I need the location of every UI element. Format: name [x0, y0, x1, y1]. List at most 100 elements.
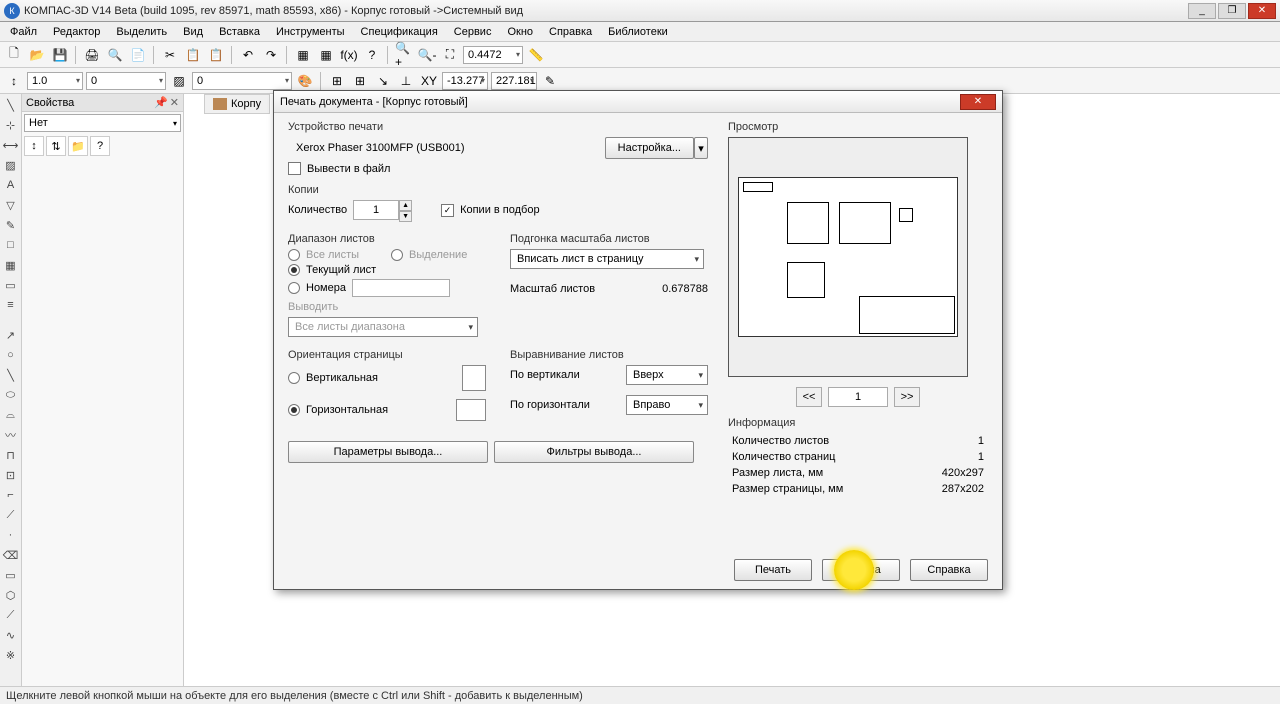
qty-spinner[interactable]: 1 ▲▼: [353, 200, 399, 220]
tool-param-icon[interactable]: □: [2, 236, 20, 254]
menu-edit[interactable]: Редактор: [47, 24, 106, 40]
props-combo[interactable]: Нет: [24, 114, 181, 132]
combo-3[interactable]: 0: [192, 72, 292, 90]
tool-a-icon[interactable]: ▦: [293, 45, 313, 65]
pmt-1-icon[interactable]: ↕: [24, 136, 44, 156]
sub-7-icon[interactable]: ⊓: [2, 446, 20, 464]
tool-sel-icon[interactable]: ▭: [2, 276, 20, 294]
range-numbers-radio[interactable]: [288, 282, 300, 294]
cut-icon[interactable]: ✂: [160, 45, 180, 65]
fx-icon[interactable]: f(x): [339, 45, 359, 65]
tool-measure-icon[interactable]: ▦: [2, 256, 20, 274]
align-v-combo[interactable]: Вверх: [626, 365, 708, 385]
output-combo[interactable]: Все листы диапазона: [288, 317, 478, 337]
tool-rough-icon[interactable]: ▽: [2, 196, 20, 214]
page-next-button[interactable]: >>: [894, 387, 920, 407]
snap-icon[interactable]: ↘: [373, 71, 393, 91]
menu-view[interactable]: Вид: [177, 24, 209, 40]
sub-3-icon[interactable]: ╲: [2, 366, 20, 384]
align-h-combo[interactable]: Вправо: [626, 395, 708, 415]
sub-4-icon[interactable]: ⬭: [2, 386, 20, 404]
combo-1[interactable]: 1.0: [27, 72, 83, 90]
pmt-2-icon[interactable]: ⇅: [46, 136, 66, 156]
pin-icon[interactable]: 📌: [154, 96, 168, 109]
collate-checkbox[interactable]: ✓: [441, 204, 454, 217]
sub-15-icon[interactable]: ⟋: [2, 606, 20, 624]
spin-down-icon[interactable]: ▼: [399, 211, 412, 222]
sub-8-icon[interactable]: ⊡: [2, 466, 20, 484]
filters-button[interactable]: Фильтры вывода...: [494, 441, 694, 463]
coord-x[interactable]: -13.277: [442, 72, 488, 90]
output-file-checkbox[interactable]: [288, 162, 301, 175]
sub-1-icon[interactable]: ↗: [2, 326, 20, 344]
tool-b-icon[interactable]: ▦: [316, 45, 336, 65]
menu-spec[interactable]: Спецификация: [355, 24, 444, 40]
pencil-icon[interactable]: ✎: [540, 71, 560, 91]
ruler-icon[interactable]: 📏: [526, 45, 546, 65]
fit-combo[interactable]: Вписать лист в страницу: [510, 249, 704, 269]
print-icon[interactable]: 🖨: [82, 45, 102, 65]
doc-icon[interactable]: 📄: [128, 45, 148, 65]
orient-v-radio[interactable]: [288, 372, 300, 384]
tool-edit-icon[interactable]: ✎: [2, 216, 20, 234]
sub-11-icon[interactable]: ·: [2, 526, 20, 544]
zoom-in-icon[interactable]: 🔍+: [394, 45, 414, 65]
sub-6-icon[interactable]: 〰: [2, 426, 20, 444]
pointer-icon[interactable]: ↕: [4, 71, 24, 91]
page-prev-button[interactable]: <<: [796, 387, 822, 407]
spin-up-icon[interactable]: ▲: [399, 200, 412, 211]
pmt-3-icon[interactable]: 📁: [68, 136, 88, 156]
tool-line-icon[interactable]: ╲: [2, 96, 20, 114]
sub-12-icon[interactable]: ⌫: [2, 546, 20, 564]
tool-dim-icon[interactable]: ⟷: [2, 136, 20, 154]
minimize-button[interactable]: _: [1188, 3, 1216, 19]
tool-spec-icon[interactable]: ≡: [2, 296, 20, 314]
document-tab[interactable]: Корпу: [204, 94, 270, 114]
sub-14-icon[interactable]: ⬡: [2, 586, 20, 604]
sub-5-icon[interactable]: ⌓: [2, 406, 20, 424]
params-button[interactable]: Параметры вывода...: [288, 441, 488, 463]
color-icon[interactable]: 🎨: [295, 71, 315, 91]
close-panel-icon[interactable]: ✕: [170, 96, 179, 109]
sub-17-icon[interactable]: ※: [2, 646, 20, 664]
menu-window[interactable]: Окно: [501, 24, 539, 40]
save-icon[interactable]: 💾: [50, 45, 70, 65]
help-icon[interactable]: ?: [362, 45, 382, 65]
settings-button[interactable]: Настройка...: [605, 137, 694, 159]
page-number[interactable]: 1: [828, 387, 888, 407]
copy-icon[interactable]: 📋: [183, 45, 203, 65]
zoom-out-icon[interactable]: 🔍-: [417, 45, 437, 65]
menu-service[interactable]: Сервис: [448, 24, 498, 40]
sub-2-icon[interactable]: ○: [2, 346, 20, 364]
new-icon[interactable]: 🗋: [4, 45, 24, 65]
zoom-fit-icon[interactable]: ⛶: [440, 45, 460, 65]
range-sel-radio[interactable]: [391, 249, 403, 261]
tool-snap-icon[interactable]: ⊹: [2, 116, 20, 134]
range-current-radio[interactable]: [288, 264, 300, 276]
undo-icon[interactable]: ↶: [238, 45, 258, 65]
close-button[interactable]: ✕: [1248, 3, 1276, 19]
help-button[interactable]: Справка: [910, 559, 988, 581]
sub-16-icon[interactable]: ∿: [2, 626, 20, 644]
orient-h-radio[interactable]: [288, 404, 300, 416]
menu-tools[interactable]: Инструменты: [270, 24, 351, 40]
cancel-button[interactable]: Отмена: [822, 559, 900, 581]
combo-2[interactable]: 0: [86, 72, 166, 90]
redo-icon[interactable]: ↷: [261, 45, 281, 65]
menu-select[interactable]: Выделить: [110, 24, 173, 40]
menu-libs[interactable]: Библиотеки: [602, 24, 674, 40]
grid2-icon[interactable]: ⊞: [350, 71, 370, 91]
zoom-combo[interactable]: 0.4472: [463, 46, 523, 64]
open-icon[interactable]: 📂: [27, 45, 47, 65]
ortho-icon[interactable]: ⊥: [396, 71, 416, 91]
tool-hatch-icon[interactable]: ▨: [2, 156, 20, 174]
range-all-radio[interactable]: [288, 249, 300, 261]
menu-insert[interactable]: Вставка: [213, 24, 266, 40]
menu-file[interactable]: Файл: [4, 24, 43, 40]
tool-text-icon[interactable]: A: [2, 176, 20, 194]
range-numbers-input[interactable]: [352, 279, 450, 297]
xy-icon[interactable]: XY: [419, 71, 439, 91]
grid-icon[interactable]: ⊞: [327, 71, 347, 91]
print-button[interactable]: Печать: [734, 559, 812, 581]
coord-y[interactable]: 227.181: [491, 72, 537, 90]
